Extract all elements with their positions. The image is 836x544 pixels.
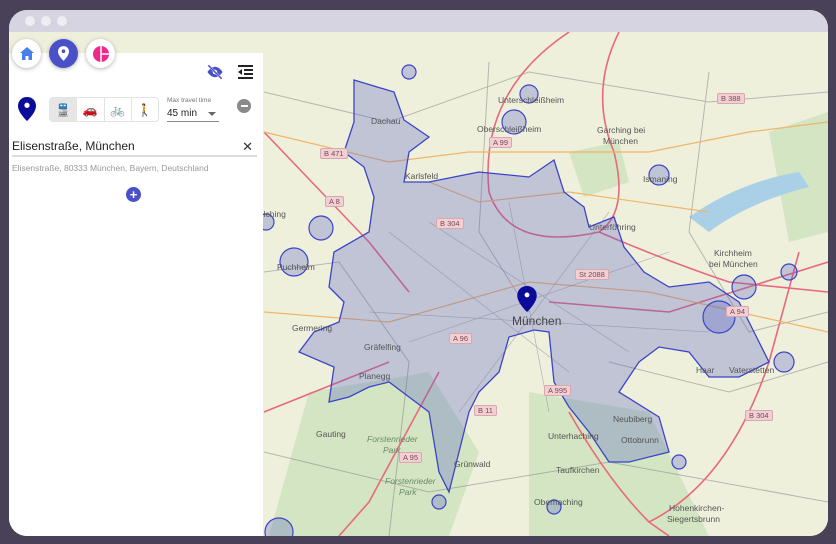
collapse-panel-icon[interactable] xyxy=(236,63,254,81)
map-label-place: Oberschleißheim xyxy=(477,124,542,134)
road-shield: B 388 xyxy=(717,93,745,104)
location-pin-icon xyxy=(58,46,69,61)
mode-bike-button[interactable]: 🚲 xyxy=(105,98,132,121)
dropdown-caret-icon xyxy=(208,112,216,116)
walking-icon: 🚶 xyxy=(137,102,153,117)
map-label-place: Puchheim xyxy=(277,262,315,272)
map-label-place: bei München xyxy=(709,259,758,269)
isochrone-tool-button[interactable] xyxy=(49,39,78,68)
map-label-forest: Forstenrieder xyxy=(367,434,418,444)
map-label-place: Siegertsbrunn xyxy=(667,514,720,524)
car-icon: 🚗 xyxy=(82,102,98,117)
road-shield: B 471 xyxy=(320,148,348,159)
map-label-place: Vaterstetten xyxy=(729,365,775,375)
map-label-place: Ottobrunn xyxy=(621,435,659,445)
home-icon xyxy=(19,47,34,60)
add-origin-button[interactable]: + xyxy=(126,187,141,202)
map-label-place: Kirchheim xyxy=(714,248,752,258)
title-bar xyxy=(9,10,828,32)
road-shield: A 94 xyxy=(726,306,750,317)
map-label-city: München xyxy=(512,314,562,328)
map-label-place: Hohenkirchen- xyxy=(669,503,725,513)
road-shield: St 2088 xyxy=(575,269,609,280)
window-dot xyxy=(25,16,35,26)
mode-car-button[interactable]: 🚗 xyxy=(77,98,105,121)
remove-origin-button[interactable] xyxy=(237,99,251,113)
origin-pin-icon xyxy=(17,95,37,123)
transport-mode-selector: 🚆 🚗 🚲 🚶 xyxy=(49,97,159,122)
road-shield: B 11 xyxy=(474,405,497,416)
road-shield: A 8 xyxy=(325,196,344,207)
clear-address-icon[interactable]: ✕ xyxy=(242,139,253,155)
map-label-place: Karlsfeld xyxy=(405,171,439,181)
map-label-place: Unterschleißheim xyxy=(498,95,565,105)
pie-chart-icon xyxy=(92,45,109,62)
road-shield: A 995 xyxy=(544,385,572,396)
mode-walk-button[interactable]: 🚶 xyxy=(132,98,158,121)
window-dot xyxy=(57,16,67,26)
map-label-forest: Forstenrieder xyxy=(385,476,436,486)
map-label-place: Grünwald xyxy=(454,459,491,469)
road-shield: A 99 xyxy=(489,137,513,148)
map-label-place: Unterföhring xyxy=(589,222,636,232)
map-label-place: Garching bei xyxy=(597,125,646,135)
location-marker-icon[interactable] xyxy=(517,286,537,312)
address-suggestion[interactable]: Elisenstraße, 80333 München, Bayern, Deu… xyxy=(12,163,209,173)
map-label-place: Germering xyxy=(292,323,333,333)
road-shield: B 304 xyxy=(436,218,464,229)
max-travel-time-label: Max travel time xyxy=(167,97,212,104)
road-shield: A 95 xyxy=(399,452,423,463)
road-shield: B 304 xyxy=(745,410,773,421)
map-label-place: Taufkirchen xyxy=(556,465,600,475)
side-panel: 🚆 🚗 🚲 🚶 Max travel time 45 min Elisenstr… xyxy=(9,53,263,536)
mode-transit-button[interactable]: 🚆 xyxy=(50,98,78,121)
address-input[interactable]: Elisenstraße, München ✕ xyxy=(12,139,257,157)
hide-visibility-icon[interactable] xyxy=(205,63,225,81)
map-label-place: Haar xyxy=(696,365,715,375)
map-label-place: Ismaning xyxy=(643,174,678,184)
train-icon: 🚆 xyxy=(55,102,71,117)
map-label-forest: Park xyxy=(399,487,417,497)
map-label-place: Oberhaching xyxy=(534,497,583,507)
browser-window: Dachau Unterschleißheim Oberschleißheim … xyxy=(9,10,828,536)
map-label-place: Planegg xyxy=(359,371,391,381)
road-shield: A 96 xyxy=(449,333,473,344)
max-travel-time-select[interactable]: 45 min xyxy=(167,106,219,122)
bicycle-icon: 🚲 xyxy=(110,102,126,117)
map-label-place: Neubiberg xyxy=(613,414,653,424)
window-dot xyxy=(41,16,51,26)
map-label-place: Gräfelfing xyxy=(364,342,401,352)
statistics-button[interactable] xyxy=(86,39,115,68)
map-label-place: Gauting xyxy=(316,429,346,439)
address-value: Elisenstraße, München xyxy=(12,139,135,153)
map-label-place: Unterhaching xyxy=(548,431,599,441)
home-button[interactable] xyxy=(12,39,41,68)
map-label-place: Dachau xyxy=(371,116,401,126)
map-label-place: München xyxy=(603,136,638,146)
plus-icon: + xyxy=(129,187,138,202)
minus-icon xyxy=(240,105,248,107)
map-label-forest: Park xyxy=(383,445,401,455)
max-travel-time-value: 45 min xyxy=(167,108,198,119)
